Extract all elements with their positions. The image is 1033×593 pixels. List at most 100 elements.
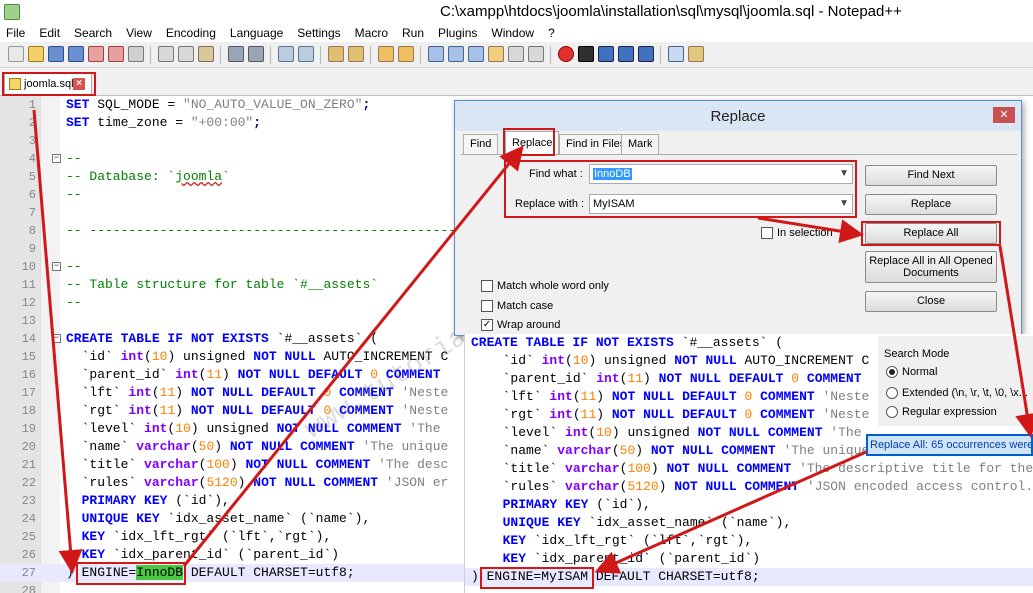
dialog-close-icon[interactable]: ✕: [993, 107, 1015, 123]
record-macro-icon[interactable]: [558, 46, 574, 62]
close-all-icon[interactable]: [108, 46, 124, 62]
match-case-checkbox[interactable]: Match case: [481, 300, 553, 312]
save-macro-icon[interactable]: [638, 46, 654, 62]
line-number: 18: [21, 404, 36, 418]
mode-normal-radio[interactable]: Normal: [886, 366, 937, 378]
code-token: DEFAULT CHARSET=utf8;: [183, 565, 355, 580]
save-icon[interactable]: [48, 46, 64, 62]
code-token: DEFAULT CHARSET=utf8;: [588, 569, 760, 584]
folder-workspace-icon[interactable]: [528, 46, 544, 62]
play-macro-icon[interactable]: [598, 46, 614, 62]
radio-icon[interactable]: [886, 387, 898, 399]
code-token: 0: [783, 371, 807, 386]
cut-icon[interactable]: [158, 46, 174, 62]
match-whole-word-checkbox[interactable]: Match whole word only: [481, 280, 609, 292]
code-token: NOT NULL COMMENT: [245, 457, 371, 472]
window-title: C:\xampp\htdocs\joomla\installation\sql\…: [440, 3, 902, 20]
indent-guide-icon[interactable]: [468, 46, 484, 62]
code-token: ): [175, 403, 191, 418]
menu-run[interactable]: Run: [402, 26, 424, 40]
line-number: 21: [21, 458, 36, 472]
replace-icon[interactable]: [298, 46, 314, 62]
wrap-around-checkbox[interactable]: ✓ Wrap around: [481, 319, 560, 331]
find-icon[interactable]: [278, 46, 294, 62]
close-button[interactable]: Close: [865, 291, 997, 312]
close-file-icon[interactable]: [88, 46, 104, 62]
line-number: 22: [21, 476, 36, 490]
function-list-icon[interactable]: [508, 46, 524, 62]
radio-selected-icon[interactable]: [886, 366, 898, 378]
replace-button[interactable]: Replace: [865, 194, 997, 215]
toolbar: [0, 42, 1033, 68]
find-next-button[interactable]: Find Next: [865, 165, 997, 186]
code-token: int: [565, 425, 589, 440]
print-icon[interactable]: [128, 46, 144, 62]
checkbox-box[interactable]: [481, 300, 493, 312]
tab-bar: joomla.sql ×: [0, 68, 1033, 96]
new-file-icon[interactable]: [8, 46, 24, 62]
menu-window[interactable]: Window: [491, 26, 534, 40]
fold-toggle-icon[interactable]: −: [52, 262, 61, 271]
code-token: `#__assets` (: [268, 331, 379, 346]
code-token: 100: [627, 461, 651, 476]
play-macro-multiple-icon[interactable]: [618, 46, 634, 62]
doc-map-icon[interactable]: [488, 46, 504, 62]
tab-mark[interactable]: Mark: [621, 134, 660, 154]
menu-edit[interactable]: Edit: [39, 26, 60, 40]
save-all-icon[interactable]: [68, 46, 84, 62]
zoom-out-icon[interactable]: [348, 46, 364, 62]
checkbox-checked-icon[interactable]: ✓: [481, 319, 493, 331]
word-wrap-icon[interactable]: [428, 46, 444, 62]
menu-plugins[interactable]: Plugins: [438, 26, 477, 40]
menu-settings[interactable]: Settings: [297, 26, 340, 40]
menu-help[interactable]: ?: [548, 26, 555, 40]
paste-icon[interactable]: [198, 46, 214, 62]
checkbox-box[interactable]: [761, 227, 773, 239]
code-token: 'Neste: [814, 407, 870, 422]
plugin-icon[interactable]: [688, 46, 704, 62]
sync-vertical-icon[interactable]: [378, 46, 394, 62]
menu-file[interactable]: File: [6, 26, 25, 40]
mode-regex-radio[interactable]: Regular expression: [886, 406, 997, 418]
wrap-around-label: Wrap around: [497, 319, 561, 331]
code-token: ): [237, 475, 254, 490]
menu-language[interactable]: Language: [230, 26, 283, 40]
sync-horizontal-icon[interactable]: [398, 46, 414, 62]
fold-toggle-icon[interactable]: −: [52, 334, 61, 343]
tab-find[interactable]: Find: [463, 134, 499, 154]
code-token: NOT NULL: [674, 353, 737, 368]
in-selection-label: In selection: [777, 227, 833, 239]
copy-icon[interactable]: [178, 46, 194, 62]
code-token: int: [175, 367, 199, 382]
spell-check-icon[interactable]: [668, 46, 684, 62]
code-token: 'The: [822, 425, 862, 440]
code-token: `name`: [487, 443, 558, 458]
zoom-in-icon[interactable]: [328, 46, 344, 62]
match-whole-label: Match whole word only: [497, 280, 609, 292]
menu-search[interactable]: Search: [74, 26, 112, 40]
menu-encoding[interactable]: Encoding: [166, 26, 216, 40]
menu-view[interactable]: View: [126, 26, 152, 40]
code-token: int: [144, 421, 168, 436]
stop-macro-icon[interactable]: [578, 46, 594, 62]
line-number: 11: [21, 278, 36, 292]
code-token: NOT NULL DEFAULT: [658, 371, 784, 386]
code-token: SET: [66, 97, 90, 112]
open-file-icon[interactable]: [28, 46, 44, 62]
fold-toggle-icon[interactable]: −: [52, 154, 61, 163]
show-all-chars-icon[interactable]: [448, 46, 464, 62]
code-token: `level`: [66, 421, 145, 436]
replace-all-opened-docs-button[interactable]: Replace All in All Opened Documents: [865, 251, 997, 283]
code-token: ): [596, 389, 612, 404]
in-selection-checkbox[interactable]: In selection: [761, 227, 833, 239]
radio-icon[interactable]: [886, 406, 898, 418]
line-number: 26: [21, 548, 36, 562]
line-number: 16: [21, 368, 36, 382]
code-token: (: [151, 403, 160, 418]
code-token: 11: [159, 403, 176, 418]
checkbox-box[interactable]: [481, 280, 493, 292]
menu-macro[interactable]: Macro: [355, 26, 388, 40]
undo-icon[interactable]: [228, 46, 244, 62]
mode-extended-radio[interactable]: Extended (\n, \r, \t, \0, \x...: [886, 387, 1028, 399]
redo-icon[interactable]: [248, 46, 264, 62]
